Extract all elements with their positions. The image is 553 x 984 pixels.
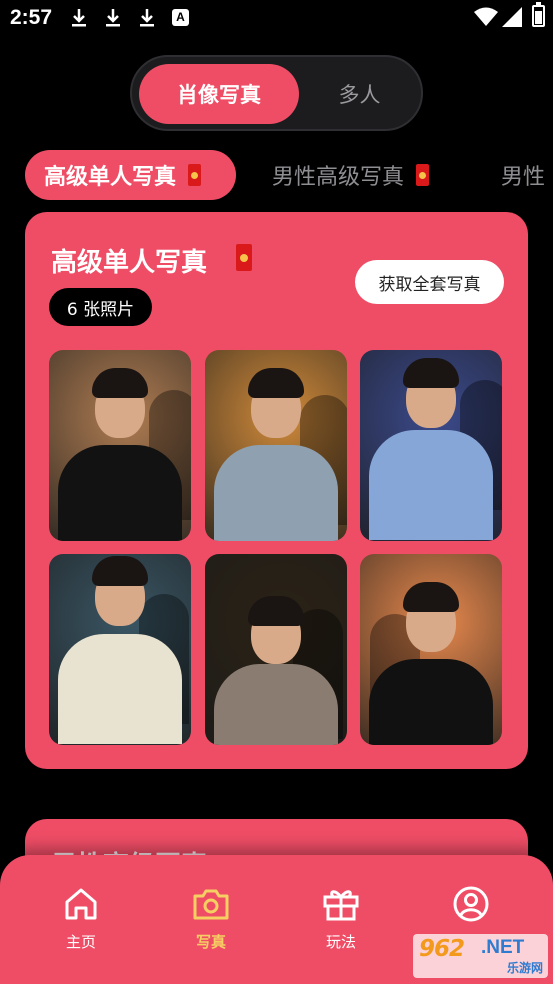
red-envelope-icon bbox=[416, 164, 430, 186]
status-time: 2:57 bbox=[10, 6, 53, 29]
category-tab-male-premium[interactable]: 男性高级写真 bbox=[272, 150, 430, 200]
gift-icon bbox=[323, 890, 359, 921]
get-full-set-button[interactable]: 获取全套写真 bbox=[355, 260, 504, 304]
download-icon bbox=[106, 9, 120, 27]
home-icon bbox=[65, 888, 97, 920]
nav-label: 写真 bbox=[195, 933, 226, 951]
nav-label: 主页 bbox=[65, 933, 96, 951]
nav-label: 玩法 bbox=[325, 933, 356, 951]
portrait-thumbnail[interactable] bbox=[49, 350, 191, 541]
battery-icon bbox=[532, 2, 545, 27]
download-icon bbox=[140, 9, 154, 27]
red-envelope-icon bbox=[188, 164, 202, 186]
watermark-logo: 962 bbox=[419, 936, 465, 962]
category-tab-male[interactable]: 男性 bbox=[501, 150, 545, 200]
nav-home[interactable]: 主页 bbox=[41, 885, 121, 965]
mode-group[interactable]: 多人 bbox=[302, 64, 417, 124]
category-tab-premium-single[interactable]: 高级单人写真 bbox=[25, 150, 236, 200]
mode-switch: 肖像写真 多人 bbox=[130, 55, 423, 131]
site-watermark: 962 .NET 乐游网 bbox=[413, 934, 548, 978]
portrait-thumbnail[interactable] bbox=[360, 350, 502, 541]
portrait-thumbnail[interactable] bbox=[49, 554, 191, 745]
nav-play[interactable]: 玩法 bbox=[301, 885, 381, 965]
card-title: 高级单人写真 bbox=[51, 248, 208, 278]
category-tab-label: 男性高级写真 bbox=[272, 165, 405, 190]
category-tab-label: 高级单人写真 bbox=[44, 165, 177, 190]
portrait-set-card[interactable]: 高级单人写真 6 张照片 获取全套写真 bbox=[25, 212, 528, 769]
category-tab-label: 男性 bbox=[501, 165, 546, 190]
watermark-subtitle: 乐游网 bbox=[506, 961, 543, 975]
download-icon bbox=[72, 9, 86, 27]
portrait-thumbnail[interactable] bbox=[205, 350, 347, 541]
camera-icon bbox=[193, 889, 229, 920]
signal-icon bbox=[502, 7, 522, 27]
wifi-icon bbox=[474, 7, 498, 26]
photo-count-badge: 6 张照片 bbox=[49, 288, 152, 326]
app-notification-icon: A bbox=[172, 9, 189, 26]
watermark-suffix: .NET bbox=[481, 937, 525, 958]
portrait-thumbnail[interactable] bbox=[205, 554, 347, 745]
nav-portrait[interactable]: 写真 bbox=[171, 885, 251, 965]
red-envelope-icon bbox=[236, 244, 252, 271]
category-tabs: 高级单人写真 男性高级写真 男性 bbox=[0, 150, 553, 202]
portrait-thumbnail[interactable] bbox=[360, 554, 502, 745]
user-profile-icon bbox=[453, 886, 489, 922]
mode-portrait[interactable]: 肖像写真 bbox=[139, 64, 299, 124]
status-bar: 2:57 A bbox=[0, 0, 553, 38]
